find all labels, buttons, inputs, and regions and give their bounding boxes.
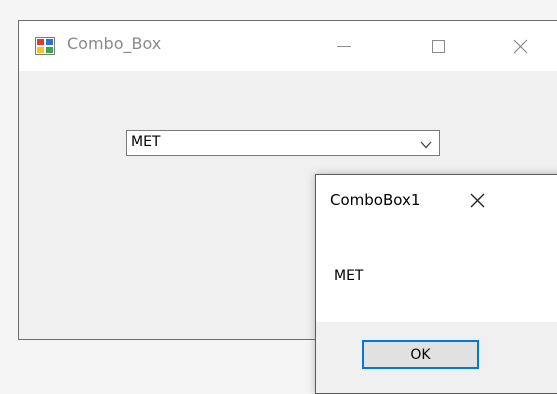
desktop: Combo_Box MET ComboBox1 MET OK — [0, 0, 557, 394]
close-button[interactable] — [497, 21, 543, 71]
dialog-button-area: OK — [316, 322, 557, 393]
chevron-down-icon[interactable] — [419, 137, 433, 151]
combo-box-value: MET — [131, 134, 161, 150]
dialog-message: MET — [334, 268, 364, 284]
close-icon — [470, 193, 485, 208]
close-icon — [513, 39, 528, 54]
title-bar[interactable]: Combo_Box — [19, 21, 557, 71]
minimize-button[interactable] — [321, 21, 367, 71]
dialog-title: ComboBox1 — [330, 191, 421, 209]
minimize-icon — [337, 46, 351, 47]
message-box-dialog: ComboBox1 MET OK — [315, 174, 557, 394]
winforms-app-icon — [35, 37, 55, 55]
dialog-close-button[interactable] — [466, 189, 488, 211]
ok-button[interactable]: OK — [362, 340, 479, 369]
maximize-button[interactable] — [415, 21, 461, 71]
combo-box[interactable]: MET — [126, 130, 440, 156]
window-title: Combo_Box — [67, 34, 162, 53]
maximize-icon — [432, 40, 445, 53]
